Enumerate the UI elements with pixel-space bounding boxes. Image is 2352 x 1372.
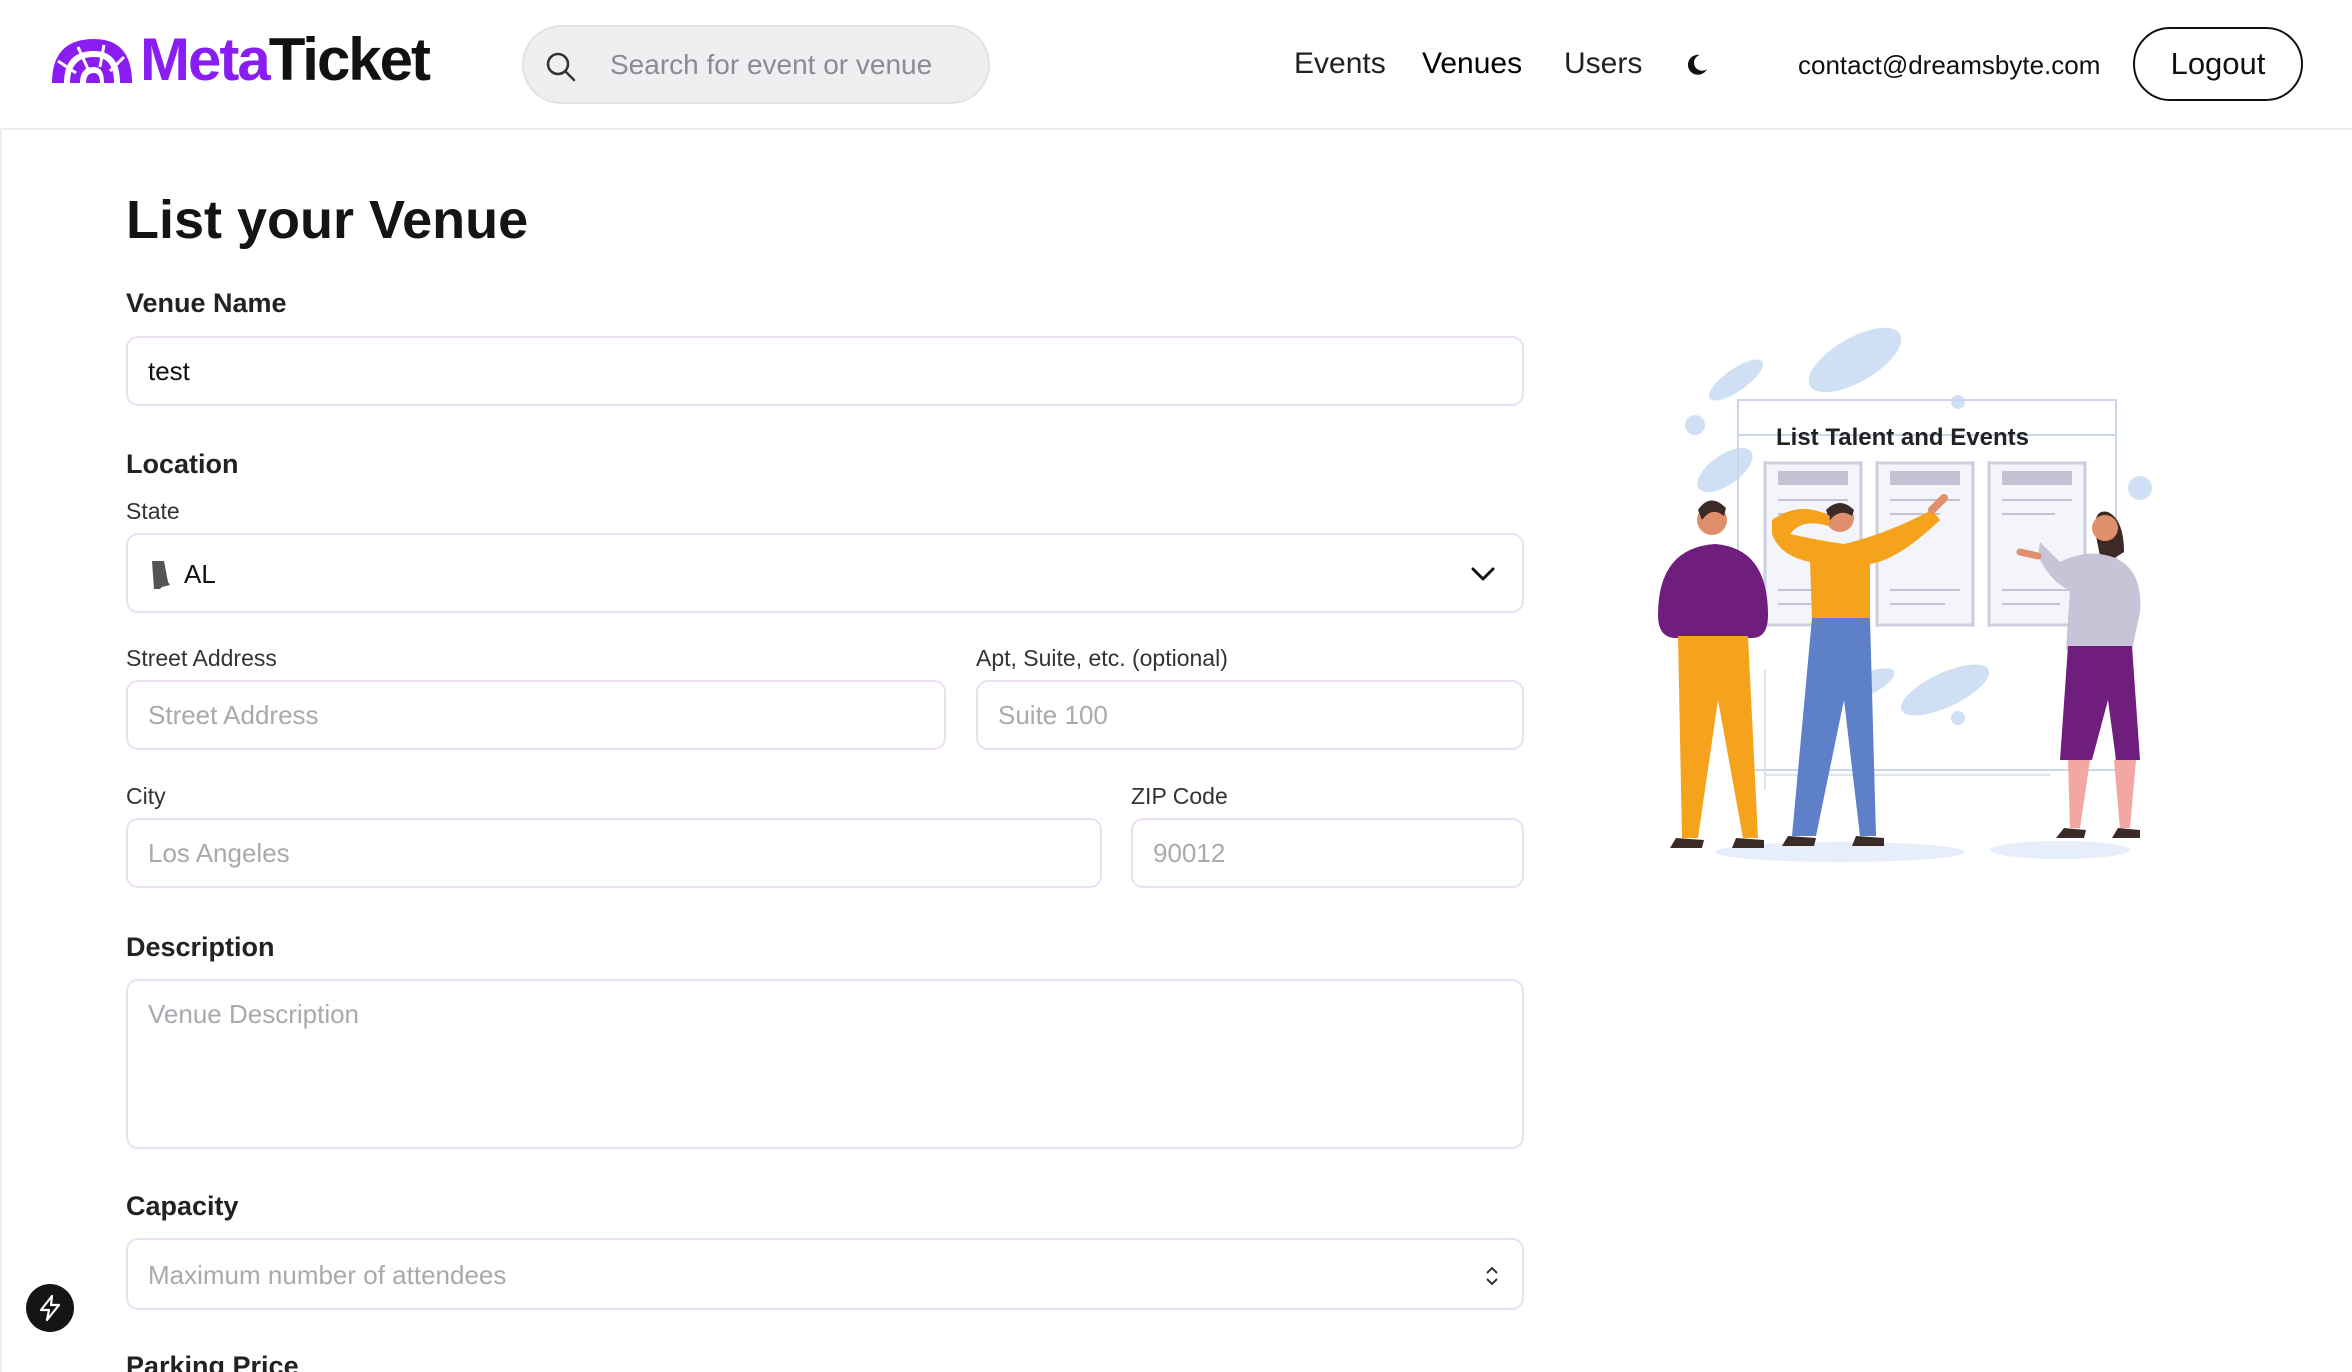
capacity-field: [126, 1238, 1524, 1310]
venue-name-label: Venue Name: [126, 288, 287, 318]
logo-text: MetaTicket: [140, 26, 431, 93]
bolt-icon: [39, 1295, 61, 1321]
moon-icon[interactable]: [1684, 52, 1710, 78]
illustration-title: List Talent and Events: [1776, 424, 2029, 451]
logo-arc-icon: [52, 39, 132, 83]
state-select[interactable]: AL: [126, 533, 1524, 613]
nav-users[interactable]: Users: [1564, 44, 1642, 84]
nav-events[interactable]: Events: [1294, 44, 1386, 84]
city-input[interactable]: [126, 818, 1102, 888]
state-label: State: [126, 498, 180, 524]
top-navbar: MetaTicket Events Venues Users contact@d…: [0, 0, 2352, 130]
capacity-label: Capacity: [126, 1191, 239, 1221]
state-value: AL: [184, 559, 216, 589]
parking-price-label: Parking Price: [126, 1351, 299, 1372]
page-title: List your Venue: [126, 190, 529, 250]
search-input[interactable]: [610, 41, 970, 89]
venue-illustration: [1658, 327, 2152, 862]
city-label: City: [126, 783, 166, 809]
capacity-input[interactable]: [148, 1252, 1448, 1298]
venue-name-input[interactable]: [126, 336, 1524, 406]
location-label: Location: [126, 449, 239, 479]
description-label: Description: [126, 932, 275, 962]
search-bar: [522, 25, 990, 104]
zip-label: ZIP Code: [1131, 783, 1228, 809]
apt-input[interactable]: [976, 680, 1524, 750]
chevron-down-icon: [1471, 567, 1495, 581]
bolt-button[interactable]: [26, 1284, 74, 1332]
nav-venues[interactable]: Venues: [1422, 44, 1522, 84]
alabama-state-icon: [152, 561, 170, 589]
zip-input[interactable]: [1131, 818, 1524, 888]
logout-button[interactable]: Logout: [2133, 27, 2303, 101]
spinner-icon[interactable]: [1484, 1264, 1500, 1288]
description-textarea[interactable]: [126, 979, 1524, 1149]
logo-link[interactable]: MetaTicket: [48, 26, 431, 93]
search-icon: [546, 52, 576, 82]
street-address-label: Street Address: [126, 645, 277, 671]
street-address-input[interactable]: [126, 680, 946, 750]
page-divider: [0, 130, 2, 1372]
user-email: contact@dreamsbyte.com: [1798, 50, 2101, 80]
apt-label: Apt, Suite, etc. (optional): [976, 645, 1228, 671]
